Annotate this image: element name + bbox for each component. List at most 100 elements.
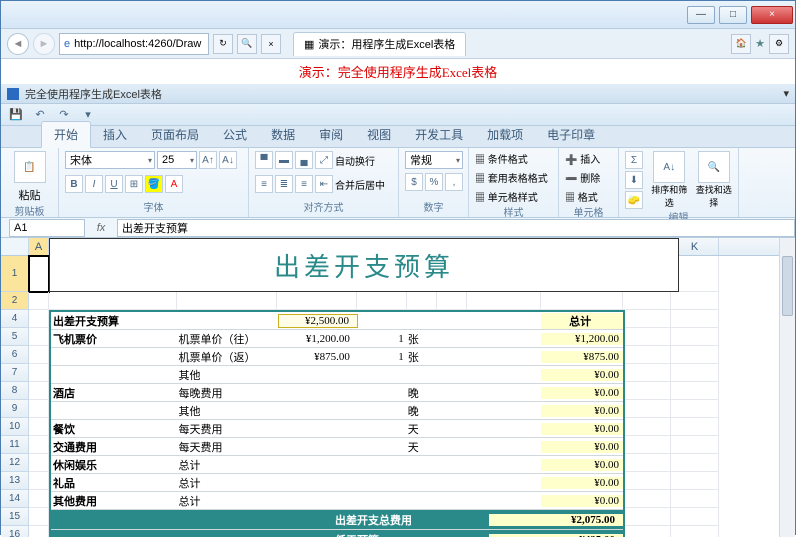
cell-A8[interactable] bbox=[29, 382, 49, 400]
fill-icon[interactable]: ⬇ bbox=[625, 171, 643, 189]
window-close-button[interactable]: × bbox=[751, 6, 793, 24]
cell-styles-button[interactable]: ▦ 单元格样式 bbox=[475, 189, 538, 204]
cell-A15[interactable] bbox=[29, 508, 49, 526]
table-format-button[interactable]: ▦ 套用表格格式 bbox=[475, 170, 548, 185]
row-header-2[interactable]: 2 bbox=[1, 292, 29, 310]
row-header-6[interactable]: 6 bbox=[1, 346, 29, 364]
forward-button[interactable]: ► bbox=[33, 33, 55, 55]
price[interactable]: ¥1,200.00 bbox=[278, 333, 358, 345]
row-header-9[interactable]: 9 bbox=[1, 400, 29, 418]
row-header-16[interactable]: 16 bbox=[1, 526, 29, 537]
home-button[interactable]: 🏠 bbox=[731, 34, 751, 54]
name-box[interactable]: A1 bbox=[9, 219, 85, 237]
refresh-button[interactable]: ↻ bbox=[213, 34, 233, 54]
row-header-5[interactable]: 5 bbox=[1, 328, 29, 346]
vertical-scrollbar[interactable] bbox=[779, 238, 795, 537]
ribbon-tab-2[interactable]: 页面布局 bbox=[139, 122, 211, 147]
fx-icon[interactable]: fx bbox=[91, 222, 111, 234]
bold-icon[interactable]: B bbox=[65, 175, 83, 193]
currency-icon[interactable]: $ bbox=[405, 173, 423, 191]
row-header-1[interactable]: 1 bbox=[1, 256, 29, 292]
font-name-select[interactable]: 宋体 bbox=[65, 151, 155, 169]
orientation-icon[interactable]: ⤢ bbox=[315, 151, 333, 169]
indent-dec-icon[interactable]: ⇤ bbox=[315, 175, 333, 193]
qty[interactable]: 1 bbox=[358, 333, 408, 345]
row-header-11[interactable]: 11 bbox=[1, 436, 29, 454]
align-mid-icon[interactable]: ▬ bbox=[275, 151, 293, 169]
clear-icon[interactable]: 🧽 bbox=[625, 191, 643, 209]
select-all-corner[interactable] bbox=[1, 238, 29, 255]
fill-color-icon[interactable]: 🪣 bbox=[145, 175, 163, 193]
align-left-icon[interactable]: ≡ bbox=[255, 175, 273, 193]
ribbon-tab-4[interactable]: 数据 bbox=[259, 122, 307, 147]
row-header-8[interactable]: 8 bbox=[1, 382, 29, 400]
align-top-icon[interactable]: ▀ bbox=[255, 151, 273, 169]
ribbon-tab-9[interactable]: 电子印章 bbox=[535, 122, 607, 147]
stop-button[interactable]: × bbox=[261, 34, 281, 54]
ribbon-tab-5[interactable]: 审阅 bbox=[307, 122, 355, 147]
cell-A7[interactable] bbox=[29, 364, 49, 382]
qty[interactable]: 1 bbox=[358, 351, 408, 363]
ribbon-tab-8[interactable]: 加载项 bbox=[475, 122, 535, 147]
cond-format-button[interactable]: ▦ 条件格式 bbox=[475, 151, 528, 166]
decrease-font-icon[interactable]: A↓ bbox=[219, 151, 237, 169]
row-header-15[interactable]: 15 bbox=[1, 508, 29, 526]
font-color-icon[interactable]: A bbox=[165, 175, 183, 193]
cell-A2[interactable] bbox=[29, 292, 49, 310]
tools-button[interactable]: ⚙ bbox=[769, 34, 789, 54]
search-button[interactable]: 🔍 bbox=[237, 34, 257, 54]
percent-icon[interactable]: % bbox=[425, 173, 443, 191]
sort-filter-icon[interactable]: A↓ bbox=[653, 151, 685, 183]
ribbon-tab-0[interactable]: 开始 bbox=[41, 121, 91, 148]
cell-A10[interactable] bbox=[29, 418, 49, 436]
align-bot-icon[interactable]: ▄ bbox=[295, 151, 313, 169]
browser-tab[interactable]: ▦ 演示：用程序生成Excel表格 bbox=[293, 32, 466, 56]
comma-icon[interactable]: , bbox=[445, 173, 463, 191]
row-header-12[interactable]: 12 bbox=[1, 454, 29, 472]
ribbon-tab-1[interactable]: 插入 bbox=[91, 122, 139, 147]
window-maximize-button[interactable]: □ bbox=[719, 6, 747, 24]
cell-A6[interactable] bbox=[29, 346, 49, 364]
back-button[interactable]: ◄ bbox=[7, 33, 29, 55]
row-header-14[interactable]: 14 bbox=[1, 490, 29, 508]
ribbon-tab-6[interactable]: 视图 bbox=[355, 122, 403, 147]
cell-A12[interactable] bbox=[29, 454, 49, 472]
app-help-icon[interactable]: ▾ bbox=[783, 87, 789, 100]
scrollbar-thumb[interactable] bbox=[782, 256, 793, 316]
increase-font-icon[interactable]: A↑ bbox=[199, 151, 217, 169]
delete-cells-button[interactable]: ➖ 删除 bbox=[565, 170, 600, 185]
address-bar[interactable]: e http://localhost:4260/Draw bbox=[59, 33, 209, 55]
cell-A13[interactable] bbox=[29, 472, 49, 490]
insert-cells-button[interactable]: ➕ 插入 bbox=[565, 151, 600, 166]
col-header-A[interactable]: A bbox=[29, 238, 49, 255]
autosum-icon[interactable]: Σ bbox=[625, 151, 643, 169]
cell-A1[interactable] bbox=[29, 256, 49, 292]
wrap-text-button[interactable]: 自动换行 bbox=[335, 153, 375, 168]
window-minimize-button[interactable]: — bbox=[687, 6, 715, 24]
qat-save-icon[interactable]: 💾 bbox=[7, 106, 25, 124]
cell-A9[interactable] bbox=[29, 400, 49, 418]
formula-input[interactable]: 出差开支预算 bbox=[117, 219, 795, 237]
border-icon[interactable]: ⊞ bbox=[125, 175, 143, 193]
ribbon-tab-3[interactable]: 公式 bbox=[211, 122, 259, 147]
row-header-7[interactable]: 7 bbox=[1, 364, 29, 382]
italic-icon[interactable]: I bbox=[85, 175, 103, 193]
cell-A11[interactable] bbox=[29, 436, 49, 454]
cell-A16[interactable] bbox=[29, 526, 49, 537]
merge-center-button[interactable]: 合并后居中 bbox=[335, 177, 385, 192]
font-size-select[interactable]: 25 bbox=[157, 151, 197, 169]
budget-amount-cell[interactable]: ¥2,500.00 bbox=[278, 314, 358, 328]
cell-A4[interactable] bbox=[29, 310, 49, 328]
row-header-4[interactable]: 4 bbox=[1, 310, 29, 328]
price[interactable]: ¥875.00 bbox=[278, 351, 358, 363]
cell-A5[interactable] bbox=[29, 328, 49, 346]
align-center-icon[interactable]: ≣ bbox=[275, 175, 293, 193]
paste-icon[interactable]: 📋 bbox=[14, 151, 46, 183]
find-select-icon[interactable]: 🔍 bbox=[698, 151, 730, 183]
row-header-13[interactable]: 13 bbox=[1, 472, 29, 490]
row-header-10[interactable]: 10 bbox=[1, 418, 29, 436]
ribbon-tab-7[interactable]: 开发工具 bbox=[403, 122, 475, 147]
favorites-icon[interactable]: ★ bbox=[755, 37, 765, 50]
format-cells-button[interactable]: ▦ 格式 bbox=[565, 189, 598, 204]
underline-icon[interactable]: U bbox=[105, 175, 123, 193]
